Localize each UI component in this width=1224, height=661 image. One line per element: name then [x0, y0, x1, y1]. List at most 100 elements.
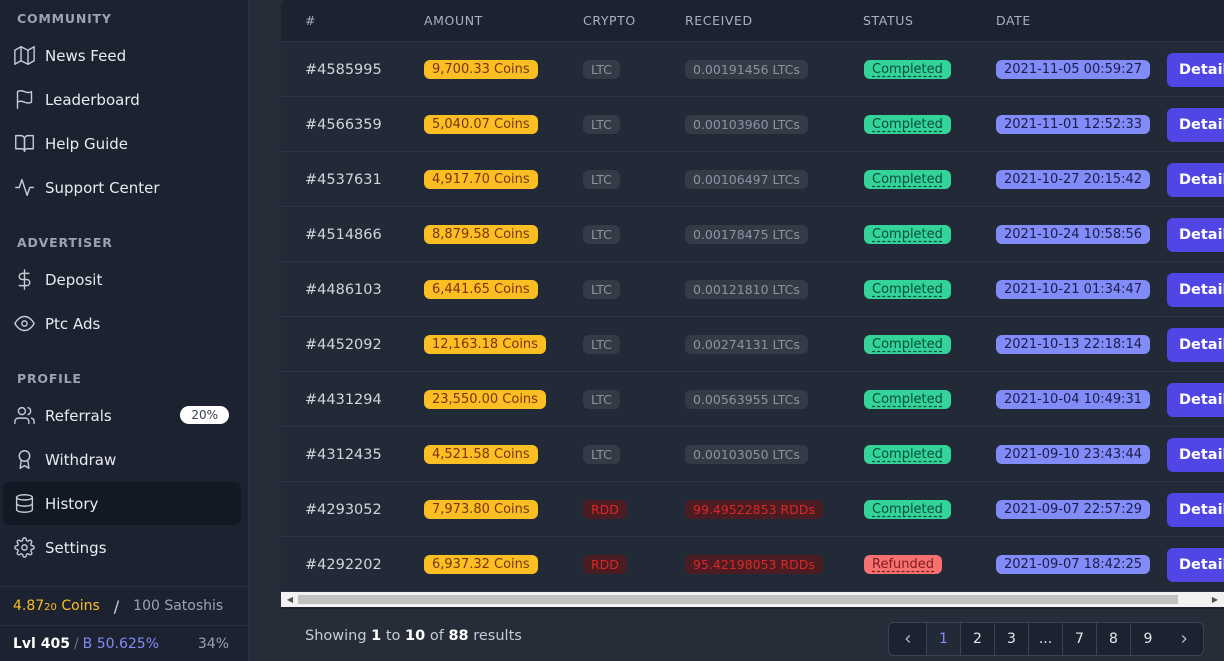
- scroll-left-icon[interactable]: ◀: [284, 594, 296, 605]
- transaction-id: #4312435: [305, 446, 382, 463]
- referral-badge: 20%: [180, 406, 229, 424]
- sidebar-item-history[interactable]: History: [3, 482, 241, 525]
- section-title-advertiser: ADVERTISER: [17, 235, 113, 250]
- boost-label: B 50.625%: [82, 636, 160, 652]
- table-row: #4566359 5,040.07 Coins LTC 0.00103960 LTCs…: [281, 97, 1224, 152]
- details-button[interactable]: Details: [1167, 218, 1224, 252]
- status-badge: Completed: [864, 225, 951, 244]
- status-badge: Completed: [864, 335, 951, 354]
- page-button[interactable]: 7: [1063, 623, 1097, 655]
- details-button[interactable]: Details: [1167, 273, 1224, 307]
- sidebar-item-deposit[interactable]: Deposit: [3, 258, 241, 301]
- sidebar-item-leaderboard[interactable]: Leaderboard: [3, 78, 241, 121]
- level-bar: Lvl 405 / B 50.625% 34%: [0, 627, 249, 661]
- amount-badge: 4,521.58 Coins: [424, 445, 538, 464]
- horizontal-scrollbar[interactable]: ◀ ▶: [281, 592, 1224, 607]
- table-row: #4452092 12,163.18 Coins LTC 0.00274131 LTC…: [281, 317, 1224, 372]
- details-button[interactable]: Details: [1167, 53, 1224, 87]
- balance-bar: 4.8720 Coins / 100 Satoshis: [0, 586, 249, 626]
- section-title-profile: PROFILE: [17, 371, 82, 386]
- table-row: #4514866 8,879.58 Coins LTC 0.00178475 LTCs…: [281, 207, 1224, 262]
- sidebar: COMMUNITY News Feed Leaderboard Help Gui…: [0, 0, 249, 661]
- prev-page-button[interactable]: [889, 623, 927, 655]
- sidebar-item-label: Ptc Ads: [45, 314, 101, 333]
- status-badge: Completed: [864, 60, 951, 79]
- flag-icon: [13, 89, 35, 111]
- sidebar-item-label: Settings: [45, 538, 107, 557]
- page-button[interactable]: 9: [1131, 623, 1165, 655]
- results-summary: Showing 1 to 10 of 88 results: [305, 628, 522, 644]
- page-button[interactable]: 3: [995, 623, 1029, 655]
- sidebar-item-ptc-ads[interactable]: Ptc Ads: [3, 302, 241, 345]
- database-icon: [13, 493, 35, 515]
- status-badge: Completed: [864, 445, 951, 464]
- received-badge: 0.00103960 LTCs: [685, 115, 808, 134]
- scroll-right-icon[interactable]: ▶: [1209, 594, 1221, 605]
- status-badge: Completed: [864, 500, 951, 519]
- date-badge: 2021-10-04 10:49:31: [996, 390, 1151, 409]
- header-received: RECEIVED: [685, 13, 753, 28]
- results-total: 88: [448, 628, 469, 644]
- activity-icon: [13, 177, 35, 199]
- results-to: 10: [405, 628, 426, 644]
- page-button[interactable]: 8: [1097, 623, 1131, 655]
- table-row: #4431294 23,550.00 Coins LTC 0.00563955 LTC…: [281, 372, 1224, 427]
- sidebar-item-label: History: [45, 494, 99, 513]
- page-ellipsis: ...: [1029, 623, 1063, 655]
- sidebar-item-settings[interactable]: Settings: [3, 526, 241, 569]
- next-page-button[interactable]: [1165, 623, 1203, 655]
- sidebar-item-news-feed[interactable]: News Feed: [3, 34, 241, 77]
- sidebar-item-help-guide[interactable]: Help Guide: [3, 122, 241, 165]
- crypto-badge: LTC: [583, 335, 620, 354]
- crypto-badge: LTC: [583, 445, 620, 464]
- amount-badge: 8,879.58 Coins: [424, 225, 538, 244]
- header-date: DATE: [996, 13, 1031, 28]
- transaction-id: #4486103: [305, 281, 382, 298]
- header-amount: AMOUNT: [424, 13, 483, 28]
- header-status: STATUS: [863, 13, 914, 28]
- results-from: 1: [371, 628, 382, 644]
- details-button[interactable]: Details: [1167, 493, 1224, 527]
- pagination: 1 2 3... 7 8 9: [888, 622, 1204, 656]
- amount-badge: 5,040.07 Coins: [424, 115, 538, 134]
- status-badge: Refunded: [864, 555, 943, 574]
- coin-balance-small: 20: [44, 602, 57, 613]
- date-badge: 2021-09-07 22:57:29: [996, 500, 1151, 519]
- transaction-id: #4566359: [305, 116, 382, 133]
- page-button[interactable]: 1: [927, 623, 961, 655]
- book-icon: [13, 133, 35, 155]
- amount-badge: 6,937.32 Coins: [424, 555, 538, 574]
- scrollbar-thumb[interactable]: [298, 595, 1178, 604]
- details-button[interactable]: Details: [1167, 108, 1224, 142]
- date-badge: 2021-10-24 10:58:56: [996, 225, 1151, 244]
- sidebar-item-referrals[interactable]: Referrals 20%: [3, 394, 241, 437]
- details-button[interactable]: Details: [1167, 548, 1224, 582]
- received-badge: 0.00563955 LTCs: [685, 390, 808, 409]
- date-badge: 2021-09-07 18:42:25: [996, 555, 1151, 574]
- received-badge: 0.00178475 LTCs: [685, 225, 808, 244]
- table-row: #4293052 7,973.80 Coins RDD 99.49522853 RDD…: [281, 482, 1224, 537]
- details-button[interactable]: Details: [1167, 163, 1224, 197]
- received-badge: 0.00103050 LTCs: [685, 445, 808, 464]
- coin-balance-unit: Coins: [56, 598, 100, 614]
- details-button[interactable]: Details: [1167, 438, 1224, 472]
- amount-badge: 6,441.65 Coins: [424, 280, 538, 299]
- satoshi-balance: 100 Satoshis: [133, 598, 224, 614]
- section-title-community: COMMUNITY: [17, 11, 112, 26]
- crypto-badge: LTC: [583, 225, 620, 244]
- sidebar-item-support-center[interactable]: Support Center: [3, 166, 241, 209]
- page-button[interactable]: 2: [961, 623, 995, 655]
- amount-badge: 23,550.00 Coins: [424, 390, 546, 409]
- header-crypto: CRYPTO: [583, 13, 636, 28]
- balance-separator: /: [113, 596, 120, 616]
- date-badge: 2021-11-05 00:59:27: [996, 60, 1151, 79]
- details-button[interactable]: Details: [1167, 383, 1224, 417]
- gear-icon: [13, 537, 35, 559]
- crypto-badge: RDD: [583, 500, 627, 519]
- coin-balance-main: 4.87: [13, 598, 45, 614]
- details-button[interactable]: Details: [1167, 328, 1224, 362]
- sidebar-item-withdraw[interactable]: Withdraw: [3, 438, 241, 481]
- table-row: #4537631 4,917.70 Coins LTC 0.00106497 LTCs…: [281, 152, 1224, 207]
- crypto-badge: LTC: [583, 280, 620, 299]
- date-badge: 2021-09-10 23:43:44: [996, 445, 1151, 464]
